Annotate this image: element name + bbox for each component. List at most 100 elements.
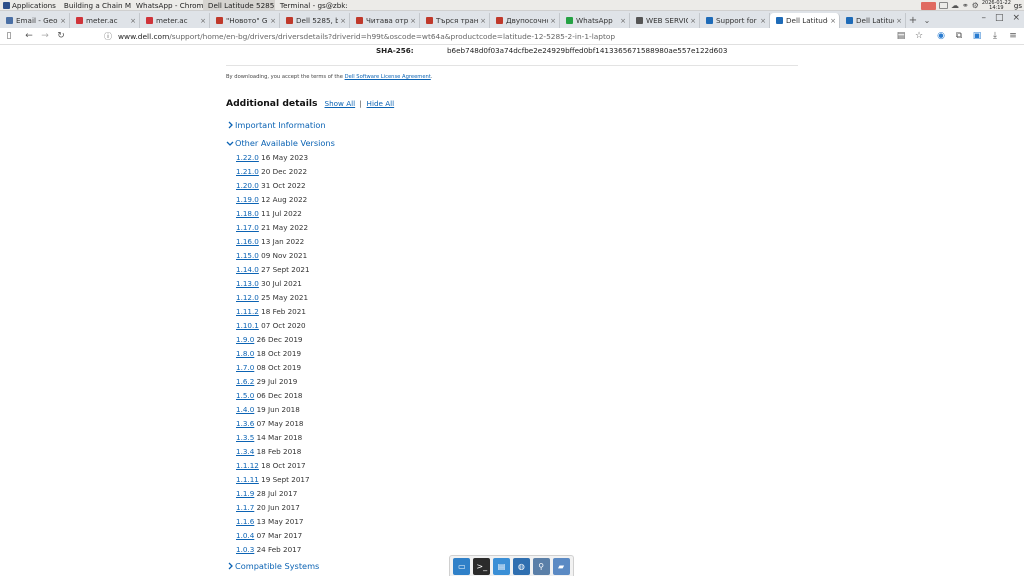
version-link[interactable]: 1.4.0 — [236, 405, 254, 414]
browser-tab[interactable]: meter.ac × — [70, 13, 140, 28]
version-link[interactable]: 1.9.0 — [236, 335, 254, 344]
taskbar-window[interactable]: Dell Latitude 5285 ... — [202, 0, 275, 10]
compatible-systems-toggle[interactable]: Compatible Systems — [226, 561, 319, 571]
address-bar[interactable]: ⓘ www.dell.com/support/home/en-bg/driver… — [104, 30, 912, 44]
browser-tab[interactable]: "Новото" Grai× — [210, 13, 280, 28]
license-link[interactable]: Dell Software License Agreement — [345, 74, 431, 80]
version-link[interactable]: 1.15.0 — [236, 251, 259, 260]
close-tab-icon[interactable]: × — [830, 17, 836, 25]
close-tab-icon[interactable]: × — [270, 17, 276, 25]
close-window-icon[interactable]: × — [1012, 13, 1020, 23]
version-link[interactable]: 1.13.0 — [236, 279, 259, 288]
version-link[interactable]: 1.7.0 — [236, 363, 254, 372]
files-blue-icon[interactable]: ▤ — [493, 557, 511, 575]
close-tab-icon[interactable]: × — [340, 17, 346, 25]
close-tab-icon[interactable]: × — [480, 17, 486, 25]
version-link[interactable]: 1.20.0 — [236, 181, 259, 190]
desktop-icon[interactable]: ▭ — [453, 557, 471, 575]
folder-icon[interactable]: ▰ — [552, 557, 570, 575]
browser-tab[interactable]: Читава отров× — [350, 13, 420, 28]
tray-settings-icon[interactable]: ⚙ — [972, 1, 979, 10]
taskbar-window[interactable]: Terminal - gs@zbk: ... — [275, 0, 347, 10]
extension-icon[interactable]: ◉ — [934, 29, 948, 43]
close-tab-icon[interactable]: × — [130, 17, 136, 25]
browser-tab[interactable]: Търся трансп× — [420, 13, 490, 28]
close-tab-icon[interactable]: × — [60, 17, 66, 25]
important-information-toggle[interactable]: Important Information — [226, 120, 326, 130]
close-tab-icon[interactable]: × — [550, 17, 556, 25]
browser-tab[interactable]: Двупосочно F× — [490, 13, 560, 28]
downloads-icon[interactable]: ⤓ — [988, 29, 1002, 43]
close-tab-icon[interactable]: × — [200, 17, 206, 25]
version-link[interactable]: 1.0.3 — [236, 545, 254, 554]
close-tab-icon[interactable]: × — [760, 17, 766, 25]
version-link[interactable]: 1.8.0 — [236, 349, 254, 358]
other-versions-toggle[interactable]: Other Available Versions — [226, 138, 335, 148]
reload-icon[interactable]: ↻ — [54, 29, 68, 43]
browser-tab[interactable]: WEB SERVICE× — [630, 13, 700, 28]
version-date: 18 Feb 2021 — [261, 307, 306, 316]
extension-shield-icon[interactable]: ▣ — [970, 29, 984, 43]
version-link[interactable]: 1.6.2 — [236, 377, 254, 386]
version-link[interactable]: 1.11.2 — [236, 307, 259, 316]
version-link[interactable]: 1.1.9 — [236, 489, 254, 498]
tray-network-icon[interactable]: ⚭ — [962, 1, 969, 10]
version-link[interactable]: 1.10.1 — [236, 321, 259, 330]
tray-indicator[interactable] — [920, 1, 936, 10]
applications-menu[interactable]: Applications — [0, 0, 59, 10]
version-link[interactable]: 1.22.0 — [236, 153, 259, 162]
version-link[interactable]: 1.0.4 — [236, 531, 254, 540]
browser-tab[interactable]: meter.ac × — [140, 13, 210, 28]
site-info-icon[interactable]: ⓘ — [104, 32, 113, 41]
version-link[interactable]: 1.1.11 — [236, 475, 259, 484]
tray-cloud-icon[interactable]: ☁ — [951, 1, 959, 10]
hide-all-link[interactable]: Hide All — [367, 99, 395, 108]
browser-tab[interactable]: Dell 5285, bio× — [280, 13, 350, 28]
version-link[interactable]: 1.1.6 — [236, 517, 254, 526]
version-link[interactable]: 1.16.0 — [236, 237, 259, 246]
tray-window-icon[interactable] — [938, 2, 948, 9]
close-tab-icon[interactable]: × — [620, 17, 626, 25]
sidebar-toggle-icon[interactable]: ▯ — [2, 29, 16, 43]
taskbar-window[interactable]: WhatsApp - Chromi... — [131, 0, 203, 10]
browser-tab[interactable]: Dell Latitude 5× — [840, 13, 906, 28]
version-link[interactable]: 1.19.0 — [236, 195, 259, 204]
version-link[interactable]: 1.1.7 — [236, 503, 254, 512]
browser-tab[interactable]: WhatsApp × — [560, 13, 630, 28]
version-date: 24 Feb 2017 — [256, 545, 302, 554]
globe-icon[interactable]: ◍ — [512, 557, 530, 575]
version-link[interactable]: 1.14.0 — [236, 265, 259, 274]
browser-tab[interactable]: Email - Georgi× — [0, 13, 70, 28]
version-link[interactable]: 1.3.5 — [236, 433, 254, 442]
clock[interactable]: 2026-01-22 14:19 — [982, 0, 1011, 10]
taskbar-window[interactable]: Building a Chain M... — [59, 0, 131, 10]
version-link[interactable]: 1.17.0 — [236, 223, 259, 232]
close-tab-icon[interactable]: × — [896, 17, 902, 25]
menu-icon[interactable]: ≡ — [1006, 29, 1020, 43]
browser-tab[interactable]: Support for La× — [700, 13, 770, 28]
extension-puzzle-icon[interactable]: ⧉ — [952, 29, 966, 43]
close-tab-icon[interactable]: × — [690, 17, 696, 25]
version-link[interactable]: 1.21.0 — [236, 167, 259, 176]
browser-tab[interactable]: Dell Latitude 5× — [770, 13, 840, 28]
show-all-link[interactable]: Show All — [325, 99, 356, 108]
reader-view-icon[interactable]: ▤ — [894, 29, 908, 43]
tab-label: WEB SERVICE — [646, 16, 688, 25]
close-tab-icon[interactable]: × — [410, 17, 416, 25]
minimize-icon[interactable]: – — [981, 13, 986, 23]
maximize-icon[interactable]: □ — [995, 13, 1004, 23]
version-link[interactable]: 1.3.6 — [236, 419, 254, 428]
version-link[interactable]: 1.1.12 — [236, 461, 259, 470]
new-tab-button[interactable]: + — [906, 13, 920, 28]
back-icon[interactable]: ← — [22, 29, 36, 43]
forward-icon[interactable]: → — [38, 29, 52, 43]
version-link[interactable]: 1.3.4 — [236, 447, 254, 456]
user-name[interactable]: gs — [1014, 2, 1022, 10]
version-link[interactable]: 1.18.0 — [236, 209, 259, 218]
version-link[interactable]: 1.12.0 — [236, 293, 259, 302]
bookmark-star-icon[interactable]: ☆ — [912, 29, 926, 43]
terminal-icon[interactable]: >_ — [473, 557, 491, 575]
search-icon[interactable]: ⚲ — [532, 557, 550, 575]
version-link[interactable]: 1.5.0 — [236, 391, 254, 400]
tab-list-button[interactable]: ⌄ — [920, 13, 934, 28]
